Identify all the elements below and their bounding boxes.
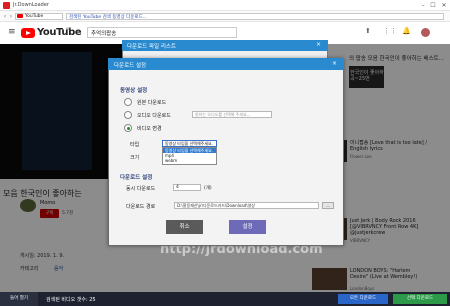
open-folder-button[interactable]: 들어 열기: [0, 292, 38, 306]
bell-icon[interactable]: 🔔: [402, 27, 411, 35]
status-text: 검색된 비디오 갯수: 25: [46, 297, 96, 303]
youtube-logo-text[interactable]: YouTube: [37, 27, 82, 38]
radio-audio[interactable]: [124, 111, 132, 119]
radio-original[interactable]: [124, 98, 132, 106]
download-settings-heading: 다운로드 설정: [120, 175, 153, 181]
close-icon[interactable]: ×: [316, 41, 321, 48]
video-settings-heading: 동영상 설정: [120, 88, 148, 94]
download-list-title: 다운로드 파일 리스트: [127, 44, 177, 50]
simultaneous-unit: (개): [204, 186, 212, 191]
browse-button[interactable]: ...: [322, 202, 334, 209]
radio-convert-label[interactable]: 비디오 변경: [137, 125, 162, 132]
close-icon[interactable]: ✕: [439, 1, 449, 10]
settings-title: 다운로드 설정: [114, 63, 147, 69]
radio-original-label[interactable]: 원본 다운로드: [137, 99, 166, 106]
simultaneous-label: 동시 다운로드: [126, 186, 156, 192]
minimize-icon[interactable]: –: [418, 1, 428, 10]
app-logo-icon: [3, 2, 10, 9]
path-label: 다운로드 경로: [126, 204, 156, 210]
confirm-button[interactable]: 설정: [229, 220, 266, 234]
user-avatar[interactable]: [421, 28, 430, 37]
path-field[interactable]: D:\찰응재산\jr\다운로드카드\Download\영상: [174, 202, 319, 209]
menu-icon[interactable]: ≡: [8, 27, 16, 37]
type-label: 타입: [130, 142, 140, 148]
url-text: 검색된 YouTube 검색 동영상 다운로드...: [69, 14, 147, 20]
tab-label: YouTube: [25, 13, 44, 19]
cancel-button[interactable]: 취소: [166, 220, 203, 234]
forward-icon[interactable]: ›: [8, 13, 14, 20]
app-title: Jr.DownLoader: [13, 2, 49, 8]
youtube-play-icon: [26, 30, 31, 35]
search-input-value: 추억의팝송: [91, 31, 117, 37]
type-option[interactable]: webm: [163, 158, 216, 163]
region-label: KR: [66, 27, 71, 31]
radio-audio-label[interactable]: 오디오 다운로드: [137, 112, 171, 119]
youtube-favicon-icon: [17, 14, 23, 18]
upload-icon[interactable]: ⬆: [365, 27, 371, 35]
close-icon[interactable]: ×: [332, 60, 337, 67]
audio-select[interactable]: 원하는 오디오를 선택해 주세요...: [192, 111, 272, 118]
app-titlebar: [0, 0, 450, 11]
download-selected-button[interactable]: 선택 다운로드: [393, 294, 447, 304]
size-label: 크기: [130, 155, 140, 161]
maximize-icon[interactable]: ☐: [428, 1, 438, 10]
simultaneous-select[interactable]: 4: [173, 184, 201, 191]
type-select[interactable]: 동영상 타입을 선택해주세요.: [162, 140, 217, 147]
download-all-button[interactable]: 모든 다운로드: [338, 294, 388, 304]
apps-icon[interactable]: ⋮⋮: [383, 27, 397, 35]
radio-convert[interactable]: [124, 124, 132, 132]
